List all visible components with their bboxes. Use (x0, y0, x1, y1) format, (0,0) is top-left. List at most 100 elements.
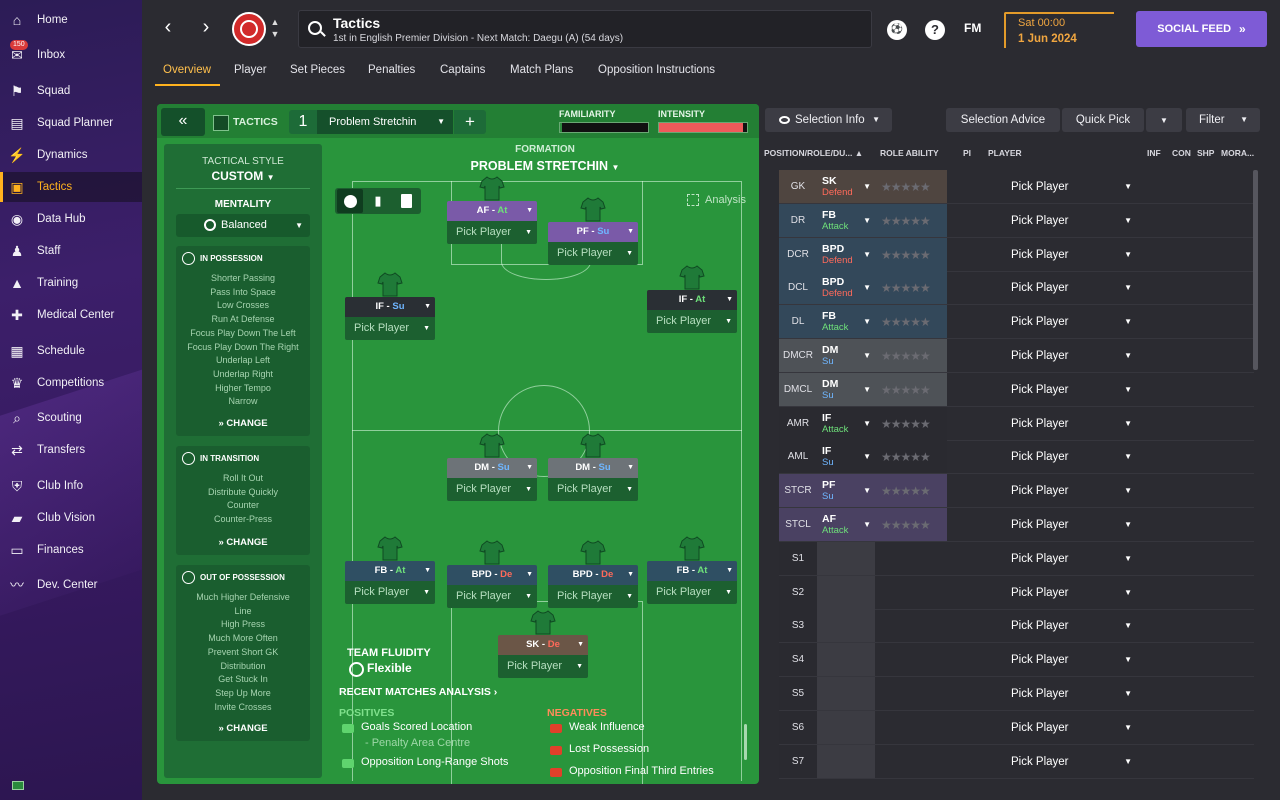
view-role-button[interactable] (393, 189, 419, 213)
tactic-slot-number[interactable]: 1 (289, 110, 317, 134)
role-cell[interactable]: IF Attack ▼ (817, 406, 875, 441)
player-selector[interactable]: Pick Player ▼ (993, 643, 1138, 677)
tactic-selector[interactable]: Problem Stretchin ▼ (317, 110, 453, 134)
sidebar-item-staff[interactable]: ♟ Staff (0, 236, 142, 266)
table-row[interactable]: DCL BPD Defend ▼ ★★★★★ Pick Player ▼ (779, 271, 1254, 306)
table-row[interactable]: S5 Pick Player ▼ (779, 677, 1254, 711)
pick-player-selector[interactable]: Pick Player ▼ (548, 585, 638, 608)
selection-info-button[interactable]: Selection Info ▼ (765, 108, 892, 132)
table-row[interactable]: STCL AF Attack ▼ ★★★★★ Pick Player ▼ (779, 508, 1254, 542)
player-selector[interactable]: Pick Player ▼ (993, 305, 1138, 339)
role-cell[interactable]: BPD Defend ▼ (817, 271, 875, 306)
player-selector[interactable]: Pick Player ▼ (993, 271, 1138, 305)
tab-player[interactable]: Player (234, 64, 267, 76)
player-selector[interactable]: Pick Player ▼ (993, 474, 1138, 508)
column-pi[interactable]: PI (963, 148, 971, 158)
role-cell[interactable]: IF Su ▼ (817, 440, 875, 475)
sidebar-item-club-info[interactable]: ⛨ Club Info (0, 471, 142, 501)
role-selector[interactable]: FB - At ▼ (345, 561, 435, 581)
pick-player-selector[interactable]: Pick Player ▼ (447, 585, 537, 608)
player-selector[interactable]: Pick Player ▼ (993, 238, 1138, 272)
player-selector[interactable]: Pick Player ▼ (993, 576, 1138, 610)
role-selector[interactable]: DM - Su ▼ (548, 458, 638, 478)
pick-player-selector[interactable]: Pick Player ▼ (447, 478, 537, 501)
sidebar-item-dev-center[interactable]: 〰 Dev. Center (0, 570, 142, 600)
column-inf[interactable]: INF (1147, 148, 1161, 158)
table-row[interactable]: AMR IF Attack ▼ ★★★★★ Pick Player ▼ (779, 406, 1254, 441)
tab-match-plans[interactable]: Match Plans (510, 64, 573, 76)
player-selector[interactable]: Pick Player ▼ (993, 745, 1138, 779)
sidebar-item-data-hub[interactable]: ◉ Data Hub (0, 204, 142, 234)
role-cell[interactable]: SK Defend ▼ (817, 170, 875, 204)
pick-player-selector[interactable]: Pick Player ▼ (345, 317, 435, 340)
table-row[interactable]: S2 Pick Player ▼ (779, 575, 1254, 610)
sidebar-item-medical-center[interactable]: ✚ Medical Center (0, 300, 142, 330)
role-selector[interactable]: DM - Su ▼ (447, 458, 537, 478)
change-out-of-possession-button[interactable]: » CHANGE (176, 723, 310, 734)
role-selector[interactable]: FB - At ▼ (647, 561, 737, 581)
role-selector[interactable]: PF - Su ▼ (548, 222, 638, 242)
role-selector[interactable]: SK - De ▼ (498, 635, 588, 655)
sidebar-item-tactics[interactable]: ▣ Tactics (0, 172, 142, 202)
table-row[interactable]: S1 Pick Player ▼ (779, 541, 1254, 576)
sidebar-item-finances[interactable]: ▭ Finances (0, 535, 142, 565)
column-position[interactable]: POSITION/ROLE/DU... ▲ (764, 148, 863, 158)
sidebar-item-scouting[interactable]: ⌕ Scouting (0, 403, 142, 433)
table-row[interactable]: DMCR DM Su ▼ ★★★★★ Pick Player ▼ (779, 339, 1254, 373)
role-cell[interactable]: PF Su ▼ (817, 474, 875, 509)
player-selector[interactable]: Pick Player ▼ (993, 677, 1138, 711)
position-card[interactable]: SK - De ▼ Pick Player ▼ (498, 635, 588, 678)
collapse-button[interactable]: « (161, 108, 205, 136)
role-cell[interactable]: DM Su ▼ (817, 339, 875, 373)
player-selector[interactable]: Pick Player ▼ (993, 508, 1138, 542)
table-row[interactable]: DL FB Attack ▼ ★★★★★ Pick Player ▼ (779, 305, 1254, 340)
table-row[interactable]: DCR BPD Defend ▼ ★★★★★ Pick Player ▼ (779, 237, 1254, 272)
column-con[interactable]: CON (1172, 148, 1191, 158)
ball-icon[interactable]: ⚽ (887, 20, 907, 40)
tab-overview[interactable]: Overview (163, 64, 211, 76)
position-card[interactable]: FB - At ▼ Pick Player ▼ (647, 561, 737, 604)
column-morale[interactable]: MORA... (1221, 148, 1254, 158)
fm-logo[interactable]: FM (964, 21, 981, 35)
player-selector[interactable]: Pick Player ▼ (993, 204, 1138, 238)
role-selector[interactable]: BPD - De ▼ (447, 565, 537, 585)
sidebar-item-inbox[interactable]: ✉ 150 Inbox (0, 40, 142, 70)
position-card[interactable]: AF - At ▼ Pick Player ▼ (447, 201, 537, 244)
pick-player-selector[interactable]: Pick Player ▼ (345, 581, 435, 604)
table-row[interactable]: S6 Pick Player ▼ (779, 710, 1254, 745)
table-row[interactable]: DR FB Attack ▼ ★★★★★ Pick Player ▼ (779, 203, 1254, 238)
pick-player-selector[interactable]: Pick Player ▼ (647, 310, 737, 333)
table-row[interactable]: STCR PF Su ▼ ★★★★★ Pick Player ▼ (779, 474, 1254, 509)
position-card[interactable]: FB - At ▼ Pick Player ▼ (345, 561, 435, 604)
change-in-possession-button[interactable]: » CHANGE (176, 418, 310, 429)
club-switch-arrows[interactable]: ▲ ▼ (270, 16, 280, 40)
pick-player-selector[interactable]: Pick Player ▼ (548, 478, 638, 501)
add-tactic-button[interactable]: + (454, 110, 486, 134)
table-row[interactable]: S4 Pick Player ▼ (779, 643, 1254, 678)
table-row[interactable]: DMCL DM Su ▼ ★★★★★ Pick Player ▼ (779, 372, 1254, 407)
selection-advice-button[interactable]: Selection Advice (946, 108, 1060, 132)
search-icon[interactable] (308, 21, 322, 35)
sidebar-item-club-vision[interactable]: ▰ Club Vision (0, 503, 142, 533)
help-icon[interactable]: ? (925, 20, 945, 40)
player-selector[interactable]: Pick Player ▼ (993, 407, 1138, 441)
role-selector[interactable]: IF - Su ▼ (345, 297, 435, 317)
tab-captains[interactable]: Captains (440, 64, 485, 76)
club-badge[interactable] (232, 12, 266, 46)
sidebar-item-competitions[interactable]: ♛ Competitions (0, 368, 142, 398)
player-selector[interactable]: Pick Player ▼ (993, 609, 1138, 643)
player-selector[interactable]: Pick Player ▼ (993, 339, 1138, 373)
forward-button[interactable]: › (196, 16, 216, 40)
role-cell[interactable]: BPD Defend ▼ (817, 237, 875, 272)
social-feed-button[interactable]: SOCIAL FEED » (1136, 11, 1267, 47)
filter-button[interactable]: Filter ▼ (1186, 108, 1260, 132)
sidebar-item-schedule[interactable]: ▦ Schedule (0, 336, 142, 366)
tab-set-pieces[interactable]: Set Pieces (290, 64, 345, 76)
pick-player-selector[interactable]: Pick Player ▼ (647, 581, 737, 604)
column-role-ability[interactable]: ROLE ABILITY (880, 148, 939, 158)
pick-player-selector[interactable]: Pick Player ▼ (548, 242, 638, 265)
formation-selector[interactable]: PROBLEM STRETCHIN ▼ (331, 159, 759, 173)
table-row[interactable]: GK SK Defend ▼ ★★★★★ Pick Player ▼ (779, 170, 1254, 204)
recent-matches-analysis-link[interactable]: RECENT MATCHES ANALYSIS › (339, 686, 497, 698)
view-player-button[interactable] (337, 189, 363, 213)
